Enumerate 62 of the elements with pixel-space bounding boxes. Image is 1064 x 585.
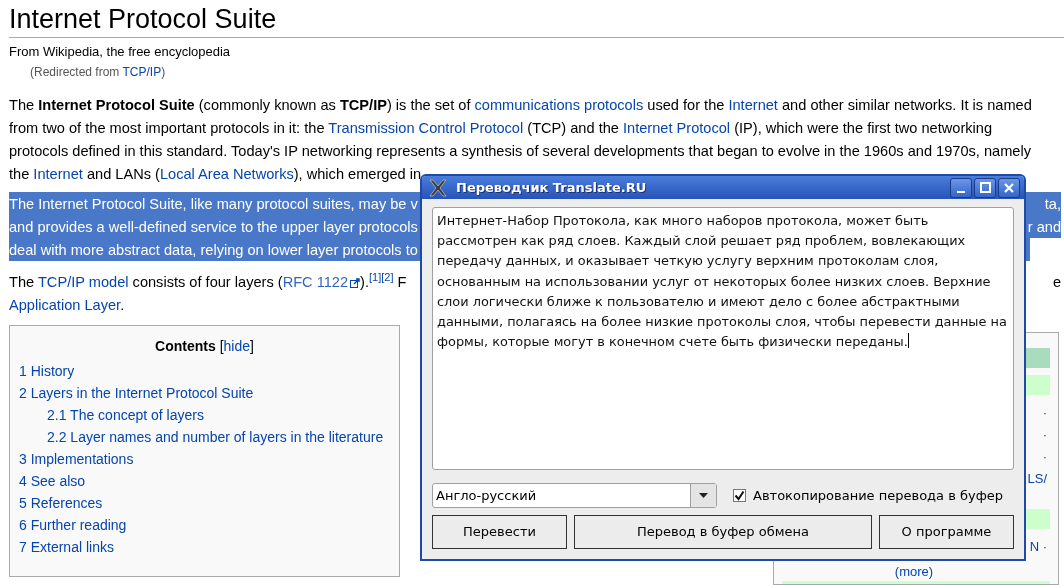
external-link-icon (350, 277, 361, 288)
toc-link[interactable]: 3 Implementations (19, 448, 390, 470)
text-cursor (907, 333, 909, 349)
dialog-button[interactable]: Перевести (432, 515, 568, 549)
text-line: protocols defined in this standard. Today's IP networking represents a synthesis of several developments that began to evolve in the 1960s and 1970s, namely (9, 141, 1031, 161)
window-title: Переводчик Translate.RU (456, 178, 648, 197)
link[interactable]: TCP/IP (122, 65, 162, 79)
text-line: The TCP/IP model consists of four layers (RFC 1122 ).$^{[1]}$$^{[2]}$ F (9, 271, 407, 292)
link[interactable]: Internet (33, 165, 83, 182)
link[interactable]: Application Layer (9, 296, 121, 313)
text-fragment: r and (1027, 217, 1061, 237)
minimize-icon (957, 190, 965, 193)
checkmark-icon (734, 490, 745, 501)
link[interactable]: Local Area Networks (159, 165, 294, 182)
text-line: The Internet Protocol Suite, like many protocol suites, may be v (9, 194, 418, 214)
citation-link[interactable]: [2] (381, 271, 394, 283)
caret-icon (699, 493, 708, 498)
link[interactable]: Transmission Control Protocol (328, 119, 524, 136)
close-button[interactable] (998, 177, 1020, 198)
link[interactable]: TCP/IP model (37, 273, 129, 290)
app-logo-icon (428, 178, 448, 197)
toc-link[interactable]: 2.1 The concept of layers (19, 404, 390, 426)
close-icon (1004, 182, 1014, 193)
tagline: From Wikipedia, the free encyclopedia (9, 44, 232, 60)
text-fragment: e (1052, 272, 1061, 292)
text-fragment: · (1042, 426, 1047, 444)
maximize-icon (979, 182, 991, 193)
text-fragment: · (1042, 404, 1047, 422)
text-line: The Internet Protocol Suite (commonly known as TCP/IP) is the set of communications protocols used for the Internet and other similar networks. It is named (9, 95, 1032, 115)
link[interactable]: communications protocols (474, 96, 644, 113)
translation-text-area[interactable]: Интернет-Набор Протокола, как много наборов протокола, может быть рассмотрен как ряд слоев. Каждый слой решает ряд проблем, вовлекающих передачу данных, и оказывает четкую услугу верхним протоколам слоя, основанным на использовании услуг от некоторых более низких слоев. Верхние слои логически ближе к пользователю и имеют дело с более абстрактными данными, полагаясь на более низкие протоколы слоя, чтобы перевести данные на формы, которые могут в конечном счете быть физически переданы. (432, 207, 1014, 470)
toc-link[interactable]: 1 History (19, 360, 390, 382)
toc-link[interactable]: 7 External links (19, 536, 390, 558)
text-fragment: · (1042, 448, 1047, 466)
text-fragment: LS/ (1027, 470, 1047, 488)
toc-link[interactable]: 5 References (19, 492, 390, 514)
toc-link[interactable]: 2 Layers in the Internet Protocol Suite (19, 382, 390, 404)
autocopy-checkbox[interactable]: Автокопирование перевода в буфер (733, 485, 1004, 506)
text-fragment: N · (1029, 538, 1047, 556)
minimize-button[interactable] (950, 177, 972, 198)
redirect-note: (Redirected from TCP/IP) (30, 64, 167, 80)
link[interactable]: hide (223, 338, 250, 354)
language-dropdown[interactable]: Англо-русский (432, 483, 717, 508)
toc-link[interactable]: 6 Further reading (19, 514, 390, 536)
link[interactable]: Internet (728, 96, 778, 113)
text-line: deal with more abstract data, relying on lower layer protocols to (9, 240, 418, 260)
text-line: Application Layer. (9, 295, 125, 315)
maximize-button[interactable] (974, 177, 996, 198)
citation-link[interactable]: [1] (369, 271, 382, 283)
page-title: Internet Protocol Suite (9, 2, 1064, 38)
external-link[interactable]: RFC 1122 (282, 273, 361, 290)
text-line: the Internet and LANs (Local Area Networks), which emerged in (9, 164, 422, 184)
dialog-button[interactable]: О программе (878, 515, 1014, 549)
text-line: from two of the most important protocols in it: the Transmission Control Protocol (TCP) and the Internet Protocol (IP), which were the first two networking (9, 118, 993, 138)
text-fragment: ta, (1044, 194, 1061, 214)
contents-heading: Contents [hide] (154, 337, 255, 356)
toc-link[interactable]: 2.2 Layer names and number of layers in the literature (19, 426, 390, 448)
text-line: and provides a well-defined service to the upper layer protocols (9, 217, 418, 237)
dialog-button[interactable]: Перевод в буфер обмена (574, 515, 872, 549)
link[interactable]: (more) (894, 564, 934, 580)
toc-link[interactable]: 4 See also (19, 470, 390, 492)
link[interactable]: Internet Protocol (623, 119, 731, 136)
